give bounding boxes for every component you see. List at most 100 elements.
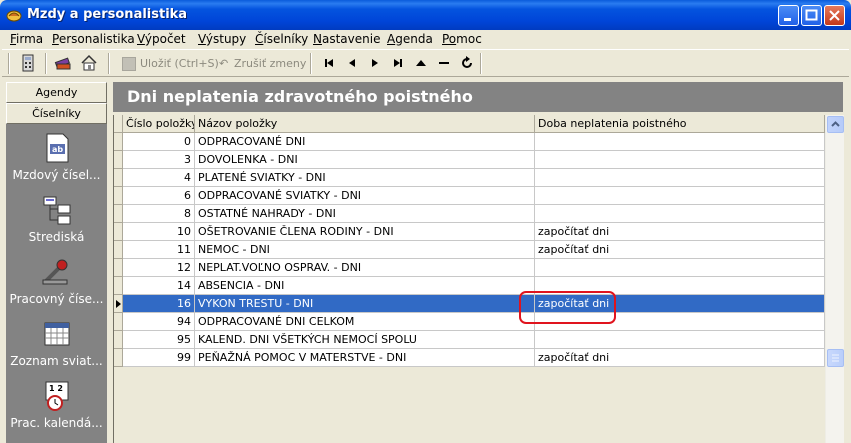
menu-nastavenie[interactable]: Nastavenie	[313, 32, 380, 46]
table-row[interactable]: 14 ABSENCIA - DNI	[114, 277, 825, 295]
cell-doba[interactable]	[535, 205, 825, 223]
cell-doba[interactable]	[535, 133, 825, 151]
cell-nazov[interactable]: NEMOC - DNI	[195, 241, 535, 259]
sidebar-item-pracovny-kalendar[interactable]: 1 2 Prac. kalendá...	[6, 380, 107, 440]
cancel-changes-button[interactable]: Zrušiť zmeny	[234, 57, 306, 70]
menu-vypocet[interactable]: Výpočet	[137, 32, 186, 46]
calculator-icon[interactable]	[19, 54, 37, 72]
tab-agendy[interactable]: Agendy	[6, 82, 107, 103]
table-row[interactable]: 3 DOVOLENKA - DNI	[114, 151, 825, 169]
toolbar-separator	[480, 53, 482, 74]
row-indicator[interactable]	[114, 241, 123, 259]
menu-firma[interactable]: Firma	[10, 32, 43, 46]
sidebar-item-strediska[interactable]: Strediská	[6, 194, 107, 254]
table-row[interactable]: 11 NEMOC - DNI započítať dni	[114, 241, 825, 259]
cell-nazov[interactable]: KALEND. DNI VŠETKÝCH NEMOCÍ SPOLU	[195, 331, 535, 349]
sidebar-item-zoznam-sviatkov[interactable]: Zoznam sviat...	[6, 318, 107, 378]
menu-pomoc[interactable]: Pomoc	[442, 32, 482, 46]
home-icon[interactable]	[80, 54, 98, 72]
row-indicator[interactable]	[114, 133, 123, 151]
row-indicator[interactable]	[114, 223, 123, 241]
table-row[interactable]: 8 OSTATNÉ NAHRADY - DNI	[114, 205, 825, 223]
maximize-button[interactable]	[801, 5, 822, 26]
column-header-nazov[interactable]: Názov položky	[195, 115, 535, 133]
menu-vystupy[interactable]: Výstupy	[198, 32, 246, 46]
row-indicator[interactable]	[114, 313, 123, 331]
save-button[interactable]: Uložiť (Ctrl+S)	[140, 57, 219, 70]
menu-agenda[interactable]: Agenda	[387, 32, 433, 46]
row-indicator[interactable]	[114, 205, 123, 223]
table-row[interactable]: 95 KALEND. DNI VŠETKÝCH NEMOCÍ SPOLU	[114, 331, 825, 349]
insert-record-icon[interactable]	[412, 54, 430, 72]
first-record-icon[interactable]	[320, 54, 338, 72]
cell-nazov[interactable]: OSTATNÉ NAHRADY - DNI	[195, 205, 535, 223]
cell-nazov[interactable]: ABSENCIA - DNI	[195, 277, 535, 295]
row-indicator[interactable]	[114, 259, 123, 277]
cell-doba[interactable]: započítať dni	[535, 241, 825, 259]
row-indicator[interactable]	[114, 277, 123, 295]
table-row[interactable]: 6 ODPRACOVANÉ SVIATKY - DNI	[114, 187, 825, 205]
next-record-icon[interactable]	[366, 54, 384, 72]
cell-cislo[interactable]: 6	[123, 187, 195, 205]
books-icon[interactable]	[54, 54, 72, 72]
cell-doba[interactable]	[535, 169, 825, 187]
cell-doba[interactable]: započítať dni	[535, 349, 825, 367]
cell-cislo[interactable]: 8	[123, 205, 195, 223]
cell-nazov[interactable]: ODPRACOVANÉ SVIATKY - DNI	[195, 187, 535, 205]
sidebar-item-pracovny-ciselnik[interactable]: Pracovný číse...	[6, 256, 107, 316]
cell-nazov[interactable]: PEŇAŽNÁ POMOC V MATERSTVE - DNI	[195, 349, 535, 367]
delete-record-icon[interactable]	[435, 54, 453, 72]
cell-cislo[interactable]: 99	[123, 349, 195, 367]
cell-doba[interactable]	[535, 187, 825, 205]
cell-doba[interactable]	[535, 151, 825, 169]
table-row[interactable]: 10 OŠETROVANIE ČLENA RODINY - DNI započíta…	[114, 223, 825, 241]
menu-ciselniky[interactable]: Číselníky	[255, 32, 308, 46]
cell-doba[interactable]	[535, 331, 825, 349]
column-header-doba[interactable]: Doba neplatenia poistného	[535, 115, 825, 133]
prev-record-icon[interactable]	[343, 54, 361, 72]
tab-ciselniky[interactable]: Číselníky	[6, 103, 107, 124]
cell-nazov[interactable]: ODPRACOVANÉ DNI CELKOM	[195, 313, 535, 331]
row-indicator[interactable]	[114, 151, 123, 169]
cell-cislo[interactable]: 4	[123, 169, 195, 187]
cell-cislo[interactable]: 94	[123, 313, 195, 331]
cell-cislo[interactable]: 0	[123, 133, 195, 151]
grid-area: Číslo položky Názov položky Doba neplate…	[114, 115, 825, 443]
cell-nazov[interactable]: OŠETROVANIE ČLENA RODINY - DNI	[195, 223, 535, 241]
cell-nazov[interactable]: NEPLAT.VOĽNO OSPRAV. - DNI	[195, 259, 535, 277]
cell-cislo[interactable]: 16	[123, 295, 195, 313]
refresh-icon[interactable]	[458, 54, 476, 72]
row-indicator[interactable]	[114, 331, 123, 349]
table-row[interactable]: 12 NEPLAT.VOĽNO OSPRAV. - DNI	[114, 259, 825, 277]
cell-nazov[interactable]: DOVOLENKA - DNI	[195, 151, 535, 169]
cell-cislo[interactable]: 14	[123, 277, 195, 295]
minimize-button[interactable]	[778, 5, 799, 26]
cell-doba[interactable]: započítať dni	[535, 223, 825, 241]
row-indicator[interactable]	[114, 169, 123, 187]
vertical-scrollbar[interactable]	[825, 115, 844, 443]
table-row-selected[interactable]: 16 VYKON TRESTU - DNI započítať dni	[114, 295, 825, 313]
cell-cislo[interactable]: 12	[123, 259, 195, 277]
table-row[interactable]: 4 PLATENÉ SVIATKY - DNI	[114, 169, 825, 187]
row-indicator[interactable]	[114, 187, 123, 205]
menu-personalistika[interactable]: Personalistika	[52, 32, 135, 46]
scroll-thumb[interactable]	[827, 349, 844, 367]
row-indicator[interactable]	[114, 295, 123, 313]
column-header-cislo[interactable]: Číslo položky	[123, 115, 195, 133]
sidebar-item-mzdovy-ciselnik[interactable]: ab Mzdový čísel...	[6, 132, 107, 192]
cell-nazov[interactable]: VYKON TRESTU - DNI	[195, 295, 535, 313]
scroll-up-button[interactable]	[827, 116, 844, 133]
cell-nazov[interactable]: ODPRACOVANÉ DNI	[195, 133, 535, 151]
table-row[interactable]: 94 ODPRACOVANÉ DNI CELKOM	[114, 313, 825, 331]
cell-nazov[interactable]: PLATENÉ SVIATKY - DNI	[195, 169, 535, 187]
close-button[interactable]	[824, 5, 845, 26]
table-row[interactable]: 99 PEŇAŽNÁ POMOC V MATERSTVE - DNI započít…	[114, 349, 825, 367]
cell-cislo[interactable]: 10	[123, 223, 195, 241]
cell-cislo[interactable]: 11	[123, 241, 195, 259]
cell-cislo[interactable]: 3	[123, 151, 195, 169]
cell-cislo[interactable]: 95	[123, 331, 195, 349]
row-indicator[interactable]	[114, 349, 123, 367]
cell-doba[interactable]	[535, 259, 825, 277]
table-row[interactable]: 0 ODPRACOVANÉ DNI	[114, 133, 825, 151]
last-record-icon[interactable]	[389, 54, 407, 72]
